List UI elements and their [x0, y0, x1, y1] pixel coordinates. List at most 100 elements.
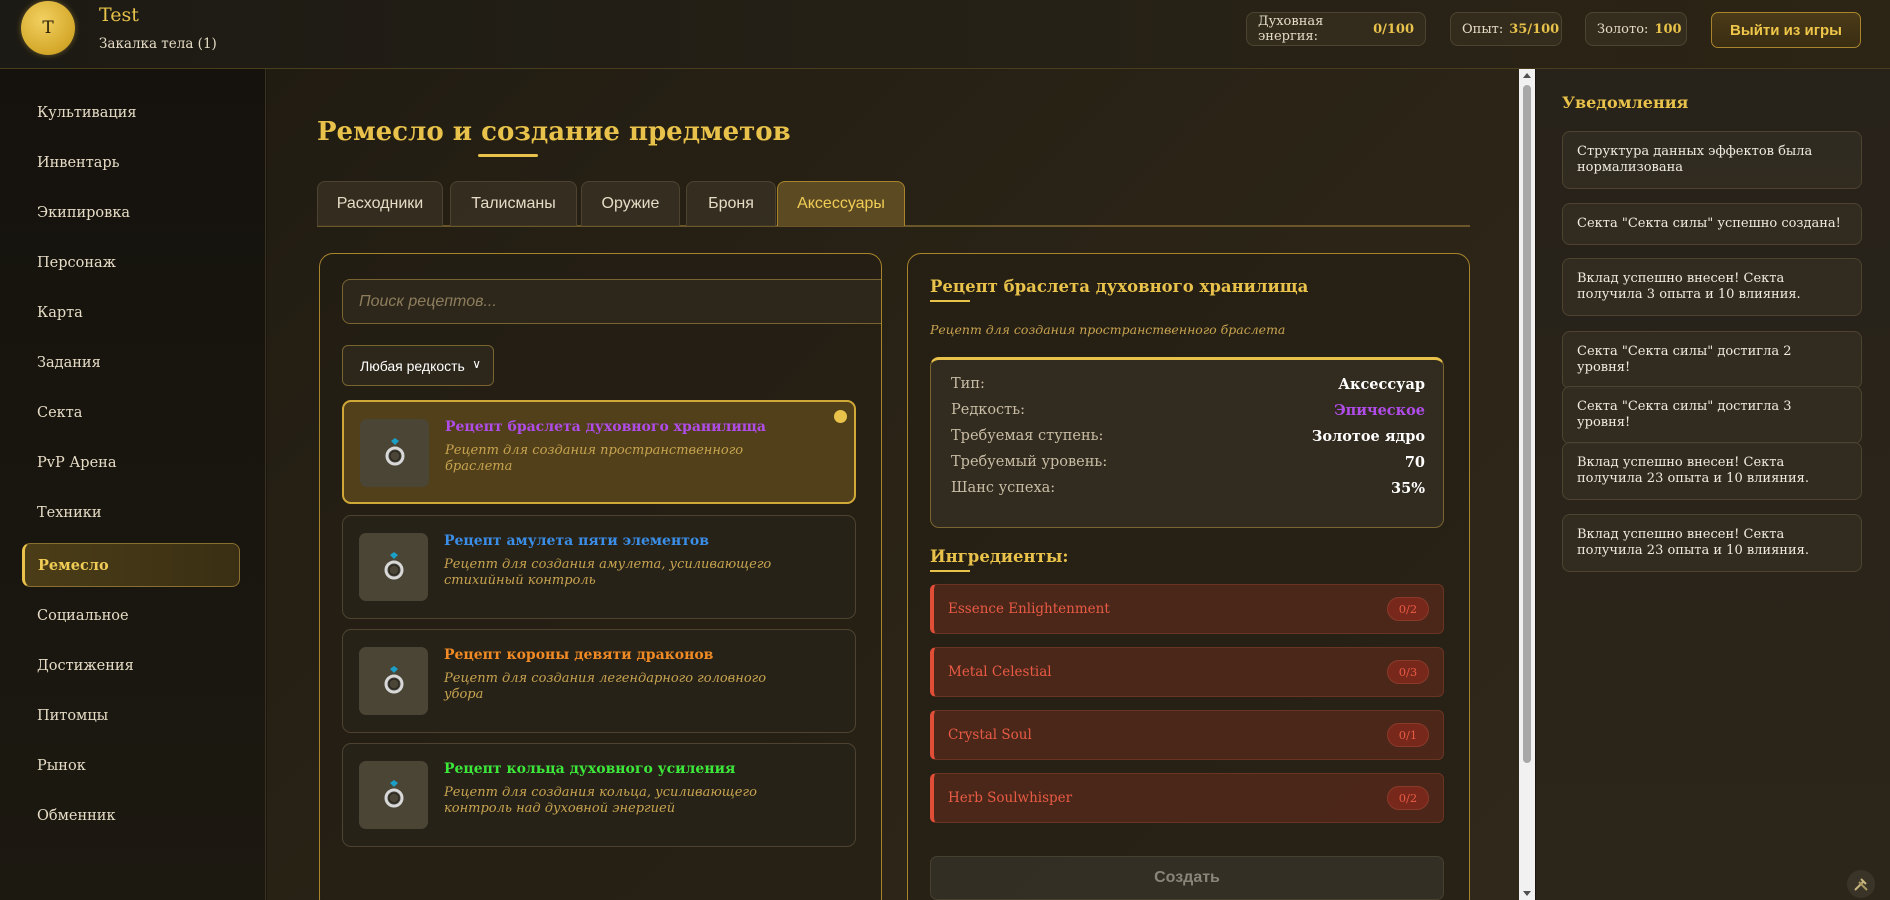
sidebar-item-equipment[interactable]: Экипировка [22, 191, 240, 235]
stat-label: Требуемая ступень: [951, 428, 1104, 444]
chevron-down-icon: ∨ [472, 357, 481, 371]
sidebar-item-cultivation[interactable]: Культивация [22, 91, 240, 135]
stat-label: Духовная энергия: [1258, 14, 1324, 44]
notification-item: Секта "Секта силы" достигла 2 уровня! [1562, 331, 1862, 389]
ring-icon [359, 647, 428, 715]
recipe-card[interactable]: Рецепт амулета пяти элементов Рецепт для… [342, 515, 856, 619]
recipe-name: Рецепт кольца духовного усиления [444, 761, 736, 777]
detail-title: Рецепт браслета духовного хранилища [930, 277, 1309, 296]
ring-icon [359, 533, 428, 601]
sidebar-item-pets[interactable]: Питомцы [22, 694, 240, 738]
ingredient-row: Essence Enlightenment 0/2 [930, 584, 1444, 634]
sidebar-item-character[interactable]: Персонаж [22, 241, 240, 285]
page-title: Ремесло и создание предметов [317, 117, 791, 147]
sidebar-item-crafting[interactable]: Ремесло [22, 543, 240, 587]
scroll-thumb[interactable] [1523, 85, 1531, 763]
top-header: T Test Закалка тела (1) Духовная энергия… [0, 0, 1890, 69]
recipe-card[interactable]: Рецепт кольца духовного усиления Рецепт … [342, 743, 856, 847]
stat-row-success-chance: Шанс успеха: 35% [951, 480, 1425, 502]
stat-row-required-level: Требуемый уровень: 70 [951, 454, 1425, 476]
ring-icon [359, 761, 428, 829]
ingredient-name: Herb Soulwhisper [948, 790, 1073, 806]
title-underline [478, 154, 538, 157]
sidebar-item-social[interactable]: Социальное [22, 594, 240, 638]
ingredient-name: Crystal Soul [948, 727, 1032, 743]
tab-accessories[interactable]: Аксессуары [777, 181, 905, 226]
stat-label: Редкость: [951, 402, 1025, 418]
rarity-select-value: Любая редкость [360, 357, 465, 374]
logout-button[interactable]: Выйти из игры [1711, 12, 1861, 48]
rarity-select[interactable]: Любая редкость ∨ [342, 345, 494, 386]
recipe-description: Рецепт для создания амулета, усиливающег… [444, 557, 772, 588]
notification-item: Вклад успешно внесен! Секта получила 23 … [1562, 442, 1862, 500]
player-realm: Закалка тела (1) [99, 36, 217, 52]
recipe-description: Рецепт для создания кольца, усиливающего… [444, 785, 757, 816]
recipe-name: Рецепт короны девяти драконов [444, 647, 714, 663]
sidebar: Культивация Инвентарь Экипировка Персона… [0, 69, 266, 900]
experience-stat: Опыт: 35/100 [1450, 12, 1562, 46]
sidebar-item-exchange[interactable]: Обменник [22, 794, 240, 838]
tab-talismans[interactable]: Талисманы [450, 181, 577, 226]
tab-armor[interactable]: Броня [686, 181, 776, 226]
player-name: Test [99, 4, 139, 26]
sidebar-item-techniques[interactable]: Техники [22, 491, 240, 535]
tab-consumables[interactable]: Расходники [317, 181, 443, 226]
notifications-panel: Уведомления Структура данных эффектов бы… [1536, 69, 1890, 900]
ring-icon [360, 419, 429, 487]
notification-item: Секта "Секта силы" достигла 3 уровня! [1562, 386, 1862, 444]
recipe-card[interactable]: Рецепт браслета духовного хранилища Реце… [342, 400, 856, 504]
search-input[interactable] [342, 279, 881, 324]
scroll-up-arrow-icon[interactable] [1523, 73, 1531, 78]
tools-icon[interactable] [1847, 870, 1875, 898]
recipe-stats-box: Тип: Аксессуар Редкость: Эпическое Требу… [930, 357, 1444, 528]
ingredient-count-badge: 0/2 [1387, 786, 1429, 810]
stat-row-required-stage: Требуемая ступень: Золотое ядро [951, 428, 1425, 450]
main-scrollbar[interactable] [1519, 69, 1535, 900]
stat-value: Эпическое [1334, 402, 1425, 419]
sidebar-item-pvp-arena[interactable]: PvP Арена [22, 441, 240, 485]
ingredient-row: Metal Celestial 0/3 [930, 647, 1444, 697]
recipes-panel: Любая редкость ∨ Рецепт браслета духовно… [319, 253, 882, 900]
sidebar-item-sect[interactable]: Секта [22, 391, 240, 435]
create-button[interactable]: Создать [930, 856, 1444, 900]
sidebar-item-achievements[interactable]: Достижения [22, 644, 240, 688]
ingredient-name: Essence Enlightenment [948, 601, 1110, 617]
stat-value: 100 [1654, 21, 1682, 37]
recipe-name: Рецепт браслета духовного хранилища [445, 419, 766, 435]
ingredient-name: Metal Celestial [948, 664, 1052, 680]
detail-description: Рецепт для создания пространственного бр… [930, 322, 1286, 337]
sidebar-item-market[interactable]: Рынок [22, 744, 240, 788]
scroll-down-arrow-icon[interactable] [1523, 891, 1531, 896]
main-content: Ремесло и создание предметов Расходники … [267, 69, 1519, 900]
stat-value: Аксессуар [1338, 376, 1425, 393]
ingredient-row: Herb Soulwhisper 0/2 [930, 773, 1444, 823]
ingredient-count-badge: 0/2 [1387, 597, 1429, 621]
detail-title-underline [930, 300, 970, 302]
stat-label: Золото: [1597, 21, 1649, 37]
stat-label: Шанс успеха: [951, 480, 1056, 496]
recipe-detail-panel: Рецепт браслета духовного хранилища Реце… [907, 253, 1470, 900]
stat-label: Тип: [951, 376, 985, 392]
ingredient-count-badge: 0/3 [1387, 660, 1429, 684]
sidebar-item-quests[interactable]: Задания [22, 341, 240, 385]
recipe-name: Рецепт амулета пяти элементов [444, 533, 709, 549]
notification-item: Вклад успешно внесен! Секта получила 23 … [1562, 514, 1862, 572]
recipe-card[interactable]: Рецепт короны девяти драконов Рецепт для… [342, 629, 856, 733]
notification-item: Вклад успешно внесен! Секта получила 3 о… [1562, 258, 1862, 316]
notification-item: Секта "Секта силы" успешно создана! [1562, 203, 1862, 245]
recipe-description: Рецепт для создания пространственного бр… [445, 443, 744, 474]
ingredients-title: Ингредиенты: [930, 547, 1069, 566]
avatar: T [21, 1, 75, 55]
spirit-energy-stat: Духовная энергия: 0/100 [1246, 12, 1426, 46]
stat-row-type: Тип: Аксессуар [951, 376, 1425, 398]
notification-item: Структура данных эффектов была нормализо… [1562, 131, 1862, 189]
recipe-description: Рецепт для создания легендарного головно… [444, 671, 767, 702]
selected-indicator [834, 410, 847, 423]
sidebar-item-map[interactable]: Карта [22, 291, 240, 335]
notifications-title: Уведомления [1562, 93, 1689, 112]
ingredient-count-badge: 0/1 [1387, 723, 1429, 747]
tab-weapons[interactable]: Оружие [581, 181, 680, 226]
sidebar-item-inventory[interactable]: Инвентарь [22, 141, 240, 185]
stat-value: 0/100 [1373, 21, 1414, 37]
stat-label: Опыт: [1462, 21, 1504, 37]
